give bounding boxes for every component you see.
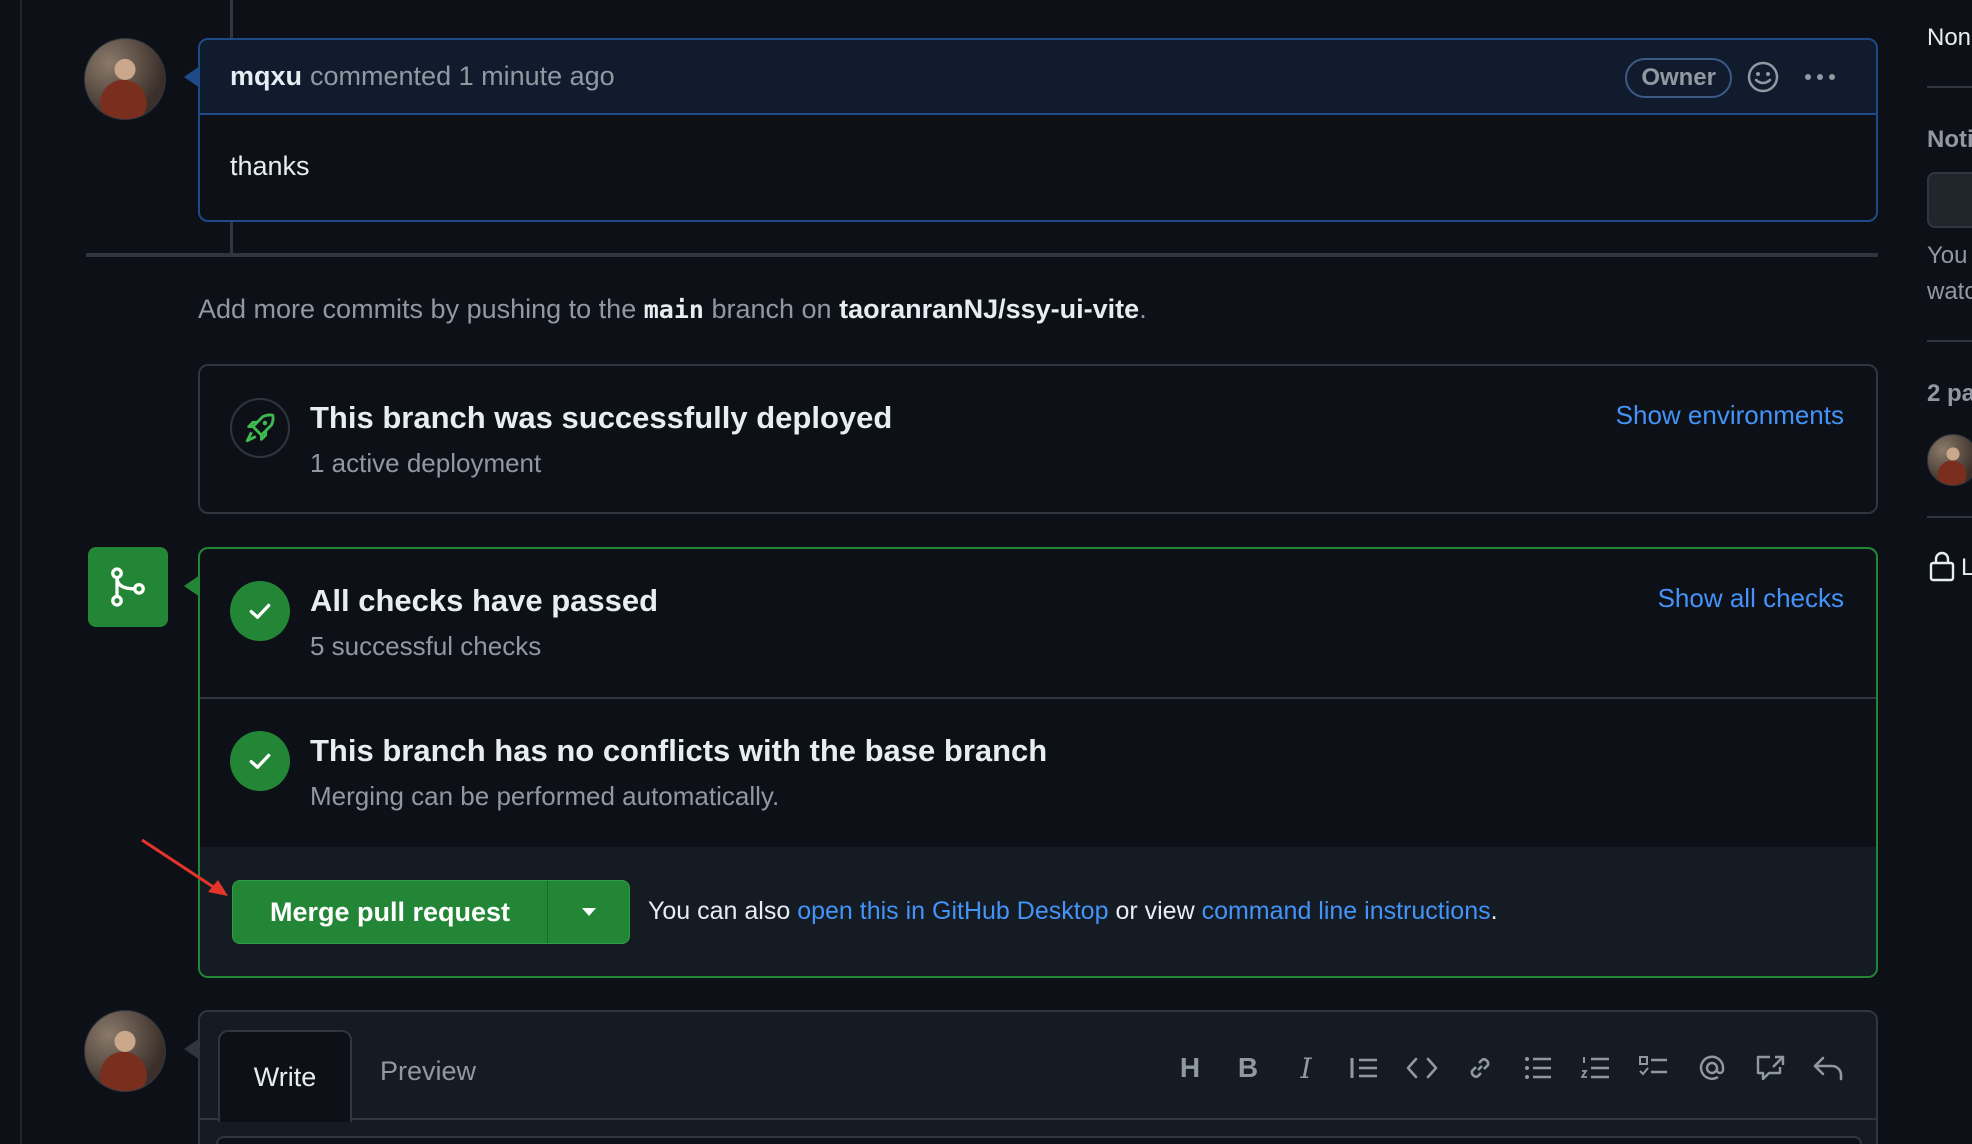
triangle-down-icon	[581, 908, 596, 916]
push-hint-middle: branch on	[711, 294, 832, 324]
code-icon[interactable]	[1404, 1050, 1440, 1086]
mention-icon[interactable]	[1694, 1050, 1730, 1086]
numbered-list-icon[interactable]	[1578, 1050, 1614, 1086]
rocket-icon	[230, 398, 290, 458]
comment-editor: Write Preview H B I	[198, 1010, 1878, 1144]
sidebar-divider	[1927, 340, 1972, 342]
reply-icon[interactable]	[1810, 1050, 1846, 1086]
page-left-border	[20, 0, 22, 1144]
deployment-card: This branch was successfully deployed 1 …	[198, 364, 1878, 514]
quote-icon[interactable]	[1346, 1050, 1382, 1086]
sidebar-lock-label[interactable]: L	[1961, 554, 1972, 582]
timeline-line	[230, 0, 233, 38]
push-hint: Add more commits by pushing to the main …	[198, 294, 1147, 325]
show-environments-link[interactable]: Show environments	[1616, 400, 1844, 431]
open-in-desktop-link[interactable]: open this in GitHub Desktop	[797, 897, 1108, 925]
right-sidebar: Non Noti You watc 2 pa L	[1925, 0, 1972, 1144]
markdown-toolbar: H B I	[1172, 1050, 1846, 1086]
merge-footer: Merge pull request You can also open thi…	[200, 847, 1876, 976]
lock-icon	[1929, 551, 1955, 582]
push-hint-prefix: Add more commits by pushing to the	[198, 294, 637, 324]
merge-pull-request-button[interactable]: Merge pull request	[233, 881, 548, 943]
avatar[interactable]	[84, 1010, 166, 1092]
merge-note-suffix: .	[1490, 897, 1498, 925]
avatar[interactable]	[84, 38, 166, 120]
show-all-checks-link[interactable]: Show all checks	[1658, 583, 1844, 614]
sidebar-notification-text: watc	[1927, 278, 1972, 305]
sidebar-divider	[1927, 86, 1972, 88]
checks-subtitle: 5 successful checks	[310, 631, 542, 661]
timeline-divider	[86, 253, 1878, 257]
merge-button-group: Merge pull request	[232, 880, 630, 944]
heading-icon[interactable]: H	[1172, 1050, 1208, 1086]
bold-icon[interactable]: B	[1230, 1050, 1266, 1086]
merge-card: All checks have passed 5 successful chec…	[198, 547, 1878, 978]
comment-author[interactable]: mqxu	[230, 61, 302, 92]
comment-timestamp[interactable]: commented 1 minute ago	[310, 61, 615, 92]
merge-note-prefix: You can also	[648, 897, 791, 925]
timeline-line	[230, 222, 233, 254]
cross-reference-icon[interactable]	[1752, 1050, 1788, 1086]
push-hint-suffix: .	[1139, 294, 1147, 324]
annotation-arrow	[141, 838, 228, 896]
sidebar-milestone-value: Non	[1927, 24, 1972, 51]
deployment-subtitle: 1 active deployment	[310, 448, 542, 478]
owner-badge: Owner	[1625, 58, 1732, 98]
branch-name: main	[643, 295, 704, 324]
italic-icon[interactable]: I	[1288, 1050, 1324, 1086]
comment-textarea[interactable]	[216, 1136, 1862, 1144]
tab-write[interactable]: Write	[218, 1030, 352, 1122]
sidebar-participants-heading: 2 pa	[1927, 380, 1972, 407]
merge-alternatives-note: You can also open this in GitHub Desktop…	[648, 897, 1498, 926]
smiley-icon[interactable]	[1746, 60, 1780, 94]
sidebar-notification-text: You	[1927, 242, 1968, 269]
check-icon	[230, 731, 290, 791]
command-line-instructions-link[interactable]: command line instructions	[1202, 897, 1491, 925]
conflicts-subtitle: Merging can be performed automatically.	[310, 781, 780, 811]
merge-note-middle: or view	[1115, 897, 1195, 925]
tab-preview[interactable]: Preview	[380, 1056, 476, 1087]
kebab-menu-icon[interactable]	[1800, 62, 1840, 92]
checks-title: All checks have passed	[310, 583, 659, 618]
repo-name: taoranranNJ/ssy-ui-vite	[839, 294, 1140, 324]
participant-avatar[interactable]	[1927, 434, 1972, 486]
comment-card: mqxu commented 1 minute ago Owner thanks	[198, 38, 1878, 222]
task-list-icon[interactable]	[1636, 1050, 1672, 1086]
check-icon	[230, 581, 290, 641]
subscribe-button[interactable]	[1927, 172, 1972, 228]
conflicts-title: This branch has no conflicts with the ba…	[310, 733, 1048, 768]
bulleted-list-icon[interactable]	[1520, 1050, 1556, 1086]
sidebar-divider	[1927, 516, 1972, 518]
merge-method-dropdown[interactable]	[548, 881, 629, 943]
section-divider	[200, 697, 1876, 699]
link-icon[interactable]	[1462, 1050, 1498, 1086]
git-merge-icon	[88, 547, 168, 627]
comment-body: thanks	[230, 151, 310, 181]
sidebar-notifications-heading: Noti	[1927, 126, 1972, 153]
deployment-title: This branch was successfully deployed	[310, 400, 893, 435]
editor-tab-divider	[200, 1118, 1876, 1120]
